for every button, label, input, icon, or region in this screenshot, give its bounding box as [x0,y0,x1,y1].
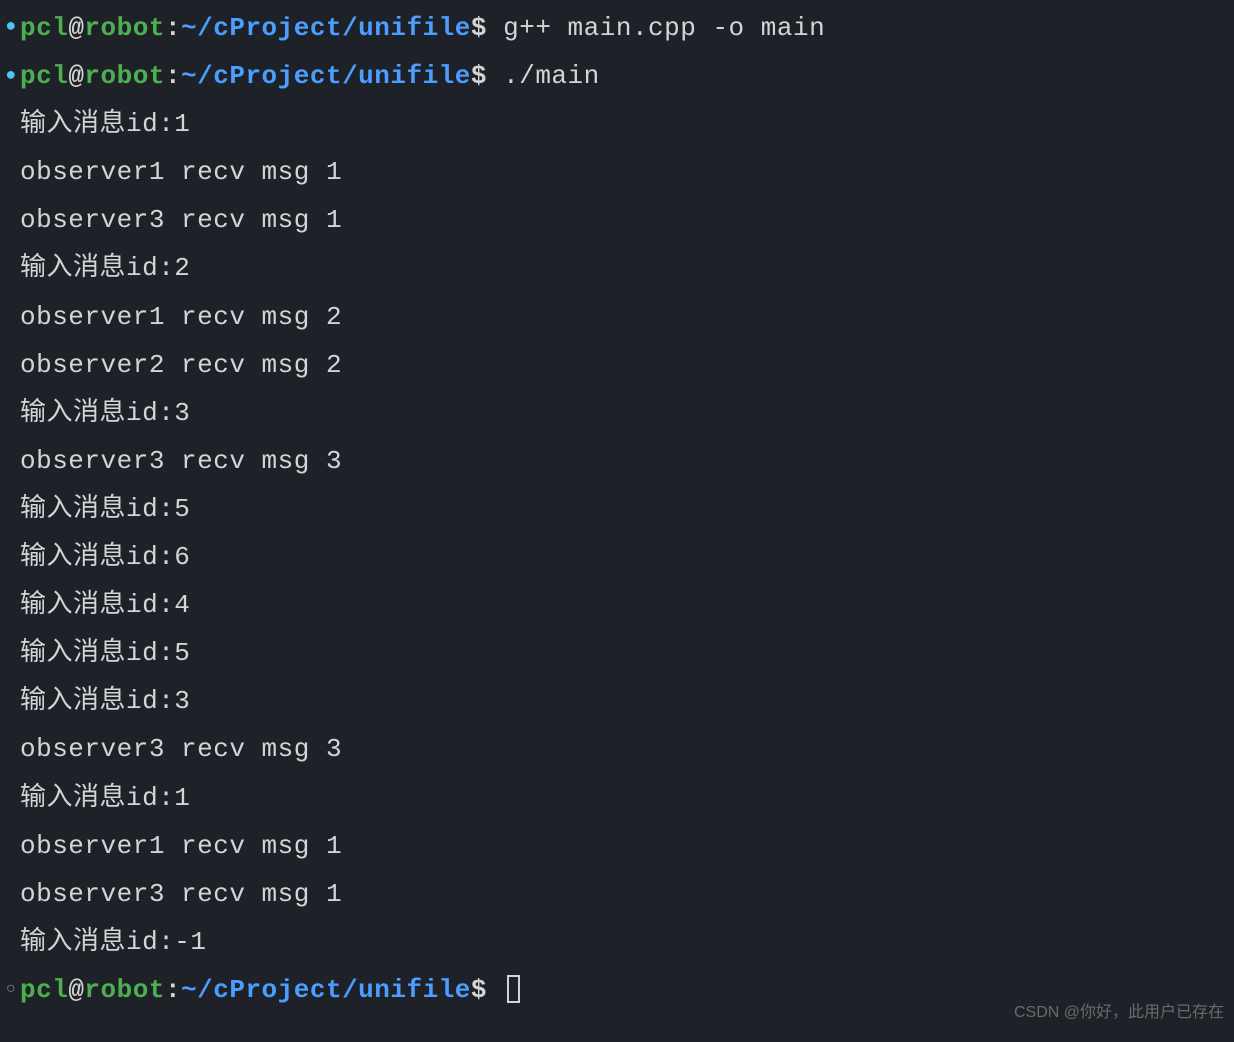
prompt-colon: : [165,61,181,91]
prompt-user: pcl [20,13,68,43]
prompt-bullet-icon: ● [2,60,20,93]
terminal-line: 输入消息id:3 [0,677,1234,725]
watermark-text: CSDN @你好，此用户已存在 [1014,998,1224,1028]
terminal-line: 输入消息id:2 [0,244,1234,292]
prompt-at: @ [68,61,84,91]
prompt-at: @ [68,13,84,43]
terminal-line: 输入消息id:5 [0,629,1234,677]
terminal-output[interactable]: ●pcl@robot:~/cProject/unifile$ g++ main.… [0,4,1234,1014]
output-text: observer1 recv msg 1 [20,157,342,187]
prompt-host: robot [84,975,165,1005]
prompt-colon: : [165,975,181,1005]
prompt-path: ~/cProject/unifile [181,61,471,91]
output-text: 输入消息id:4 [20,590,190,620]
prompt-colon: : [165,13,181,43]
prompt-symbol: $ [471,975,503,1005]
terminal-line: 输入消息id:3 [0,389,1234,437]
terminal-line: 输入消息id:1 [0,774,1234,822]
cursor-icon [507,975,520,1003]
prompt-symbol: $ [471,61,503,91]
terminal-line: observer1 recv msg 2 [0,293,1234,341]
terminal-line: observer3 recv msg 1 [0,196,1234,244]
terminal-line: observer3 recv msg 1 [0,870,1234,918]
terminal-line: 输入消息id:-1 [0,918,1234,966]
prompt-user: pcl [20,61,68,91]
terminal-line: observer3 recv msg 3 [0,437,1234,485]
prompt-at: @ [68,975,84,1005]
prompt-path: ~/cProject/unifile [181,13,471,43]
output-text: 输入消息id:6 [20,542,190,572]
terminal-line: ●pcl@robot:~/cProject/unifile$ g++ main.… [0,4,1234,52]
output-text: 输入消息id:5 [20,494,190,524]
terminal-line: ●pcl@robot:~/cProject/unifile$ ./main [0,52,1234,100]
output-text: 输入消息id:3 [20,686,190,716]
command-text: g++ main.cpp -o main [503,13,825,43]
terminal-line: observer3 recv msg 3 [0,725,1234,773]
command-text: ./main [503,61,600,91]
prompt-path: ~/cProject/unifile [181,975,471,1005]
terminal-line: observer2 recv msg 2 [0,341,1234,389]
output-text: 输入消息id:5 [20,638,190,668]
terminal-line: 输入消息id:4 [0,581,1234,629]
output-text: observer2 recv msg 2 [20,350,342,380]
prompt-bullet-hollow-icon: ○ [2,975,20,1005]
prompt-user: pcl [20,975,68,1005]
prompt-symbol: $ [471,13,503,43]
output-text: observer3 recv msg 3 [20,734,342,764]
output-text: observer1 recv msg 1 [20,831,342,861]
output-text: observer3 recv msg 3 [20,446,342,476]
output-text: 输入消息id:2 [20,253,190,283]
prompt-host: robot [84,13,165,43]
output-text: observer1 recv msg 2 [20,302,342,332]
output-text: 输入消息id:1 [20,783,190,813]
terminal-line: observer1 recv msg 1 [0,822,1234,870]
output-text: 输入消息id:-1 [20,927,207,957]
terminal-line: observer1 recv msg 1 [0,148,1234,196]
prompt-host: robot [84,61,165,91]
terminal-line: 输入消息id:1 [0,100,1234,148]
output-text: observer3 recv msg 1 [20,879,342,909]
prompt-bullet-icon: ● [2,11,20,44]
terminal-line: 输入消息id:6 [0,533,1234,581]
output-text: observer3 recv msg 1 [20,205,342,235]
output-text: 输入消息id:1 [20,109,190,139]
output-text: 输入消息id:3 [20,398,190,428]
terminal-line: 输入消息id:5 [0,485,1234,533]
